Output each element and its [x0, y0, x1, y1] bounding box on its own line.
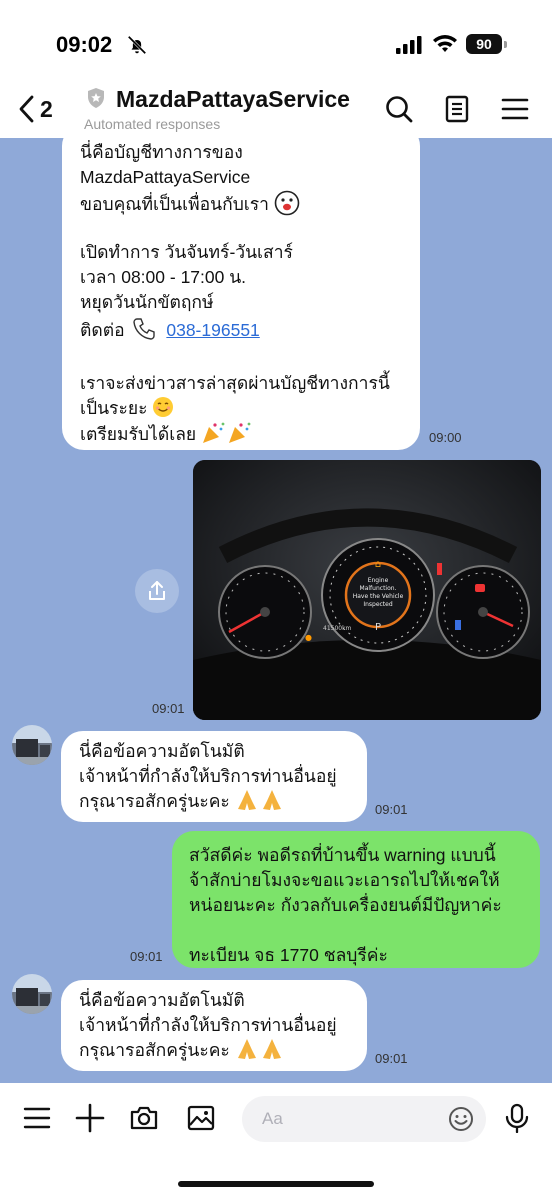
dealer-avatar-image	[12, 974, 52, 1014]
svg-text:●: ●	[305, 633, 312, 642]
chat-title[interactable]: MazdaPattayaService	[116, 86, 350, 113]
chat-area[interactable]: นี่คือบัญชีทางการของ MazdaPattayaService…	[0, 138, 552, 1083]
message-line: ติดต่อ	[80, 320, 125, 340]
wifi-icon	[433, 35, 457, 52]
status-bar: 09:02 90	[0, 0, 552, 80]
message-line-with-emoji: เตรียมรับได้เลย	[80, 421, 406, 446]
message-placeholder: Aa	[262, 1109, 283, 1128]
message-time: 09:01	[152, 701, 185, 716]
message-line: นี่คือข้อความอัตโนมัติ	[79, 990, 245, 1010]
signal-icon	[396, 36, 422, 54]
user-message[interactable]: สวัสดีค่ะ พอดีรถที่บ้านขึ้น warning แบบน…	[172, 831, 540, 968]
bell-off-icon	[127, 35, 147, 55]
message-line: จ้าสักบ่ายโมงจะขอแวะเอารถไปให้เชคให้	[189, 870, 500, 890]
avatar[interactable]	[12, 974, 52, 1014]
chat-header: 2 MazdaPattayaService Automated response…	[0, 80, 552, 138]
message-time: 09:01	[130, 949, 163, 964]
status-time: 09:02	[56, 32, 113, 57]
auto-reply-message[interactable]: นี่คือข้อความอัตโนมัติ เจ้าหน้าที่กำลังใ…	[61, 731, 367, 822]
pray-hands-icon	[237, 1039, 281, 1059]
message-line: หน่อยนะคะ กังวลกับเครื่องยนต์มีปัญหาค่ะ	[189, 895, 502, 915]
message-line: เตรียมรับได้เลย	[80, 424, 197, 444]
image-icon[interactable]	[186, 1103, 216, 1133]
message-line: หยุดวันนักขัตฤกษ์	[80, 292, 214, 312]
plus-icon[interactable]	[75, 1103, 105, 1133]
message-line: ทะเบียน จธ 1770 ชลบุรีค่ะ	[189, 945, 388, 965]
share-button[interactable]	[135, 569, 179, 613]
contact-line: ติดต่อ 038-196551	[80, 315, 406, 346]
message-line: เป็นระยะ	[80, 398, 148, 418]
back-icon	[19, 95, 34, 123]
dashboard-photo[interactable]: ● Engine Malfunction. Have the Vehicle I…	[193, 460, 541, 720]
pray-hands-icon	[237, 790, 281, 810]
message-line: สวัสดีค่ะ พอดีรถที่บ้านขึ้น warning แบบน…	[189, 845, 496, 865]
dash-warning-text: Inspected	[363, 601, 393, 608]
message-line-with-emoji: กรุณารอสักครู่นะคะ	[79, 1038, 353, 1063]
auto-reply-message[interactable]: นี่คือข้อความอัตโนมัติ เจ้าหน้าที่กำลังใ…	[61, 980, 367, 1071]
battery-icon: 90	[466, 34, 507, 54]
message-line: กรุณารอสักครู่นะคะ	[79, 1040, 230, 1060]
dealer-avatar-image	[12, 725, 52, 765]
message-line-with-emoji: ขอบคุณที่เป็นเพื่อนกับเรา	[80, 190, 406, 216]
message-time: 09:01	[375, 1051, 408, 1066]
dash-warning-text: Engine	[368, 577, 389, 584]
gear-indicator: P	[375, 622, 381, 633]
message-line: MazdaPattayaService	[80, 167, 251, 187]
message-line: ขอบคุณที่เป็นเพื่อนกับเรา	[80, 194, 270, 214]
phone-icon	[133, 318, 156, 340]
message-line: เจ้าหน้าที่กำลังให้บริการท่านอื่นอยู่	[79, 766, 337, 786]
message-line: เปิดทำการ วันจันทร์-วันเสาร์	[80, 242, 293, 262]
phone-link[interactable]: 038-196551	[166, 320, 259, 340]
message-line: เราจะส่งข่าวสารล่าสุดผ่านบัญชีทางการนี้	[80, 373, 390, 393]
notes-icon[interactable]	[442, 94, 472, 124]
party-popper-icon	[203, 422, 251, 443]
message-line-with-emoji: กรุณารอสักครู่นะคะ	[79, 789, 353, 814]
dash-warning-text: Have the Vehicle	[353, 593, 404, 600]
home-indicator[interactable]	[178, 1181, 374, 1187]
smile-emoji-icon	[153, 397, 174, 417]
dash-warning-text: Malfunction.	[360, 585, 397, 592]
chat-subtitle: Automated responses	[84, 116, 221, 132]
message-time: 09:00	[429, 430, 462, 445]
emoji-icon[interactable]	[448, 1106, 474, 1132]
odometer: 41500km	[323, 625, 352, 632]
shield-icon	[88, 88, 104, 108]
camera-icon[interactable]	[129, 1103, 159, 1133]
welcome-message[interactable]: นี่คือบัญชีทางการของ MazdaPattayaService…	[62, 138, 420, 450]
message-input[interactable]: Aa	[242, 1096, 486, 1142]
message-line: เจ้าหน้าที่กำลังให้บริการท่านอื่นอยู่	[79, 1015, 337, 1035]
back-button[interactable]: 2	[18, 92, 66, 126]
message-line: กรุณารอสักครู่นะคะ	[79, 791, 230, 811]
sticker-emoji-icon	[274, 190, 300, 216]
keypad-menu-icon[interactable]	[22, 1103, 52, 1133]
menu-icon[interactable]	[500, 94, 530, 124]
message-line-with-emoji: เป็นระยะ	[80, 396, 406, 421]
svg-text:⌂: ⌂	[375, 559, 381, 570]
message-line: เวลา 08:00 - 17:00 น.	[80, 267, 247, 287]
unread-count: 2	[40, 95, 53, 122]
avatar[interactable]	[12, 725, 52, 765]
message-line: นี่คือบัญชีทางการของ	[80, 142, 243, 162]
search-icon[interactable]	[384, 94, 414, 124]
dashboard-image: ● Engine Malfunction. Have the Vehicle I…	[193, 460, 541, 720]
message-time: 09:01	[375, 802, 408, 817]
mic-icon[interactable]	[502, 1103, 532, 1133]
message-line: นี่คือข้อความอัตโนมัติ	[79, 741, 245, 761]
share-icon	[149, 581, 165, 600]
